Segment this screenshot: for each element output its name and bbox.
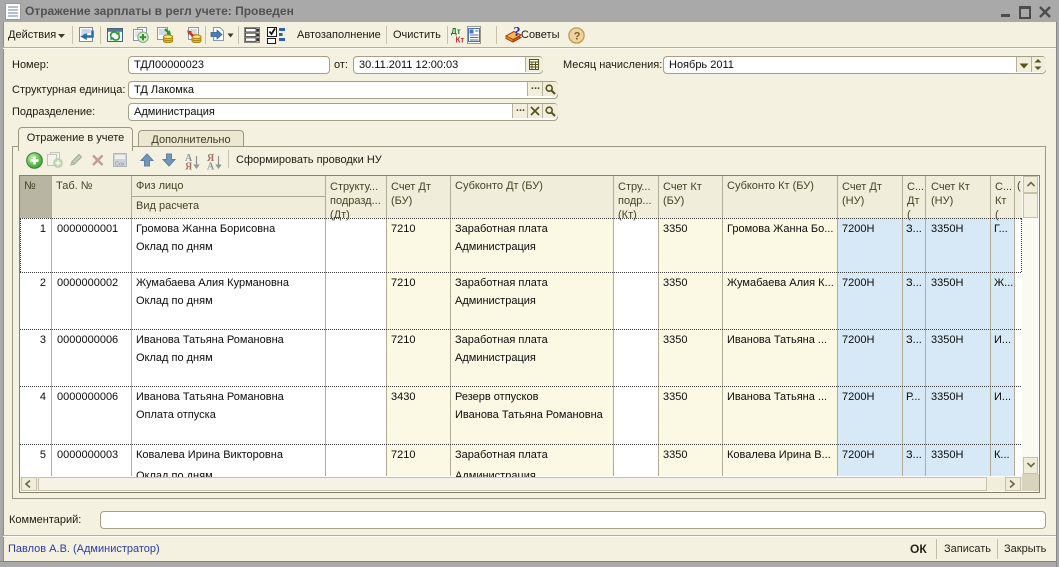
svg-text:?: ? xyxy=(574,31,581,43)
svg-text:Сок: Сок xyxy=(115,162,125,168)
svg-text:А: А xyxy=(207,162,215,171)
svg-text:?: ? xyxy=(514,25,521,40)
svg-text:Я: Я xyxy=(185,162,193,171)
svg-text:Кт: Кт xyxy=(456,36,465,44)
